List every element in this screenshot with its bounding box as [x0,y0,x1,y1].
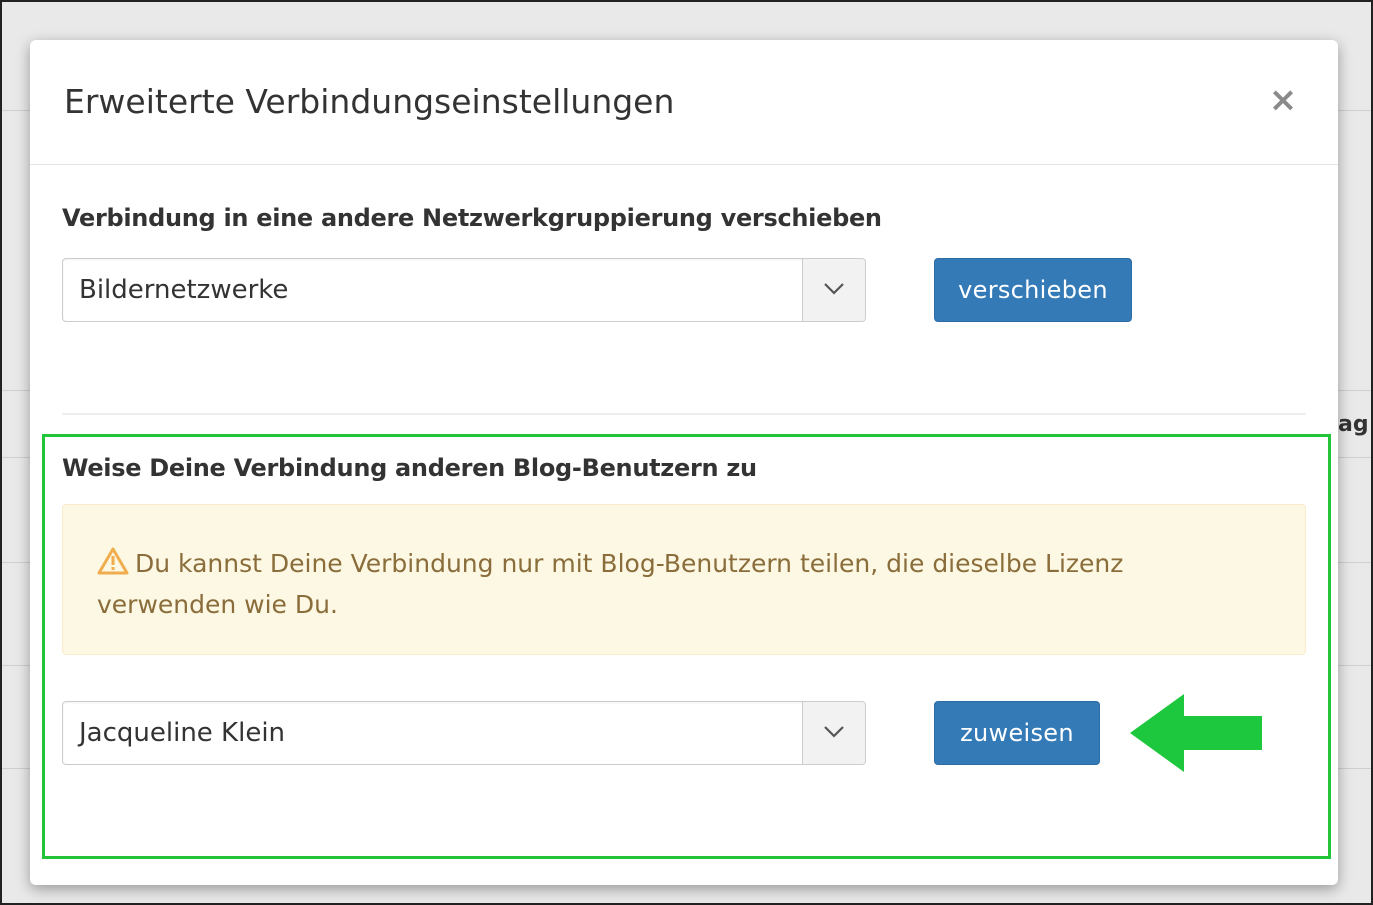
modal-title: Erweiterte Verbindungseinstellungen [64,82,675,121]
blog-user-selected-value: Jacqueline Klein [79,718,286,748]
network-group-select[interactable]: Bildernetzwerke [62,258,866,322]
background-partial-text: ag [1338,412,1369,437]
chevron-down-icon[interactable] [802,259,865,321]
network-group-selected-value: Bildernetzwerke [79,275,289,305]
move-section-label: Verbindung in eine andere Netzwerkgruppi… [62,204,882,232]
modal-header: Erweiterte Verbindungseinstellungen × [30,40,1338,165]
close-icon[interactable]: × [1266,80,1300,120]
screenshot-frame: ag Erweiterte Verbindungseinstellungen ×… [0,0,1373,905]
assign-button[interactable]: zuweisen [934,701,1100,765]
assign-section-label: Weise Deine Verbindung anderen Blog-Benu… [62,454,757,482]
green-arrow-annotation-icon [1130,694,1262,772]
section-divider [62,413,1306,415]
chevron-down-icon[interactable] [802,702,865,764]
blog-user-select[interactable]: Jacqueline Klein [62,701,866,765]
license-warning-alert: Du kannst Deine Verbindung nur mit Blog-… [62,504,1306,655]
warning-text: Du kannst Deine Verbindung nur mit Blog-… [97,549,1124,619]
move-button[interactable]: verschieben [934,258,1132,322]
